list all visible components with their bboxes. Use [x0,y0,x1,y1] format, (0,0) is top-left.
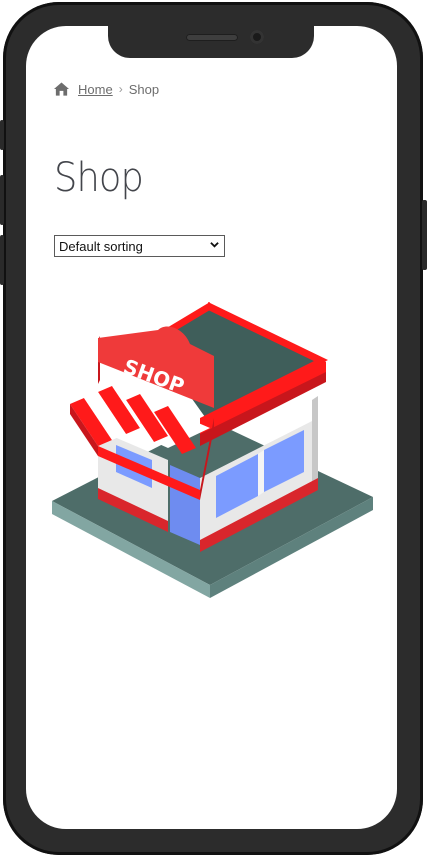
home-icon [54,82,69,96]
right-wall-dark [312,396,318,492]
breadcrumb: Home › Shop [54,80,159,98]
phone-volume-up [0,175,4,225]
phone-mute-switch [0,120,4,150]
phone-speaker [186,34,238,41]
page-title: Shop [54,155,144,201]
phone-power-button [422,200,427,270]
phone-volume-down [0,235,4,285]
phone-notch [108,26,314,58]
breadcrumb-separator: › [118,82,123,96]
phone-camera [250,30,264,44]
window-mullion [258,450,264,496]
sorting-select[interactable]: Default sorting [54,235,225,257]
shop-building-illustration: SHOP [52,302,373,598]
breadcrumb-current: Shop [128,81,160,97]
breadcrumb-home-link[interactable]: Home [78,82,113,97]
chevron-down-icon [210,242,219,248]
left-door [170,465,200,545]
sorting-selected-value: Default sorting [59,238,143,254]
